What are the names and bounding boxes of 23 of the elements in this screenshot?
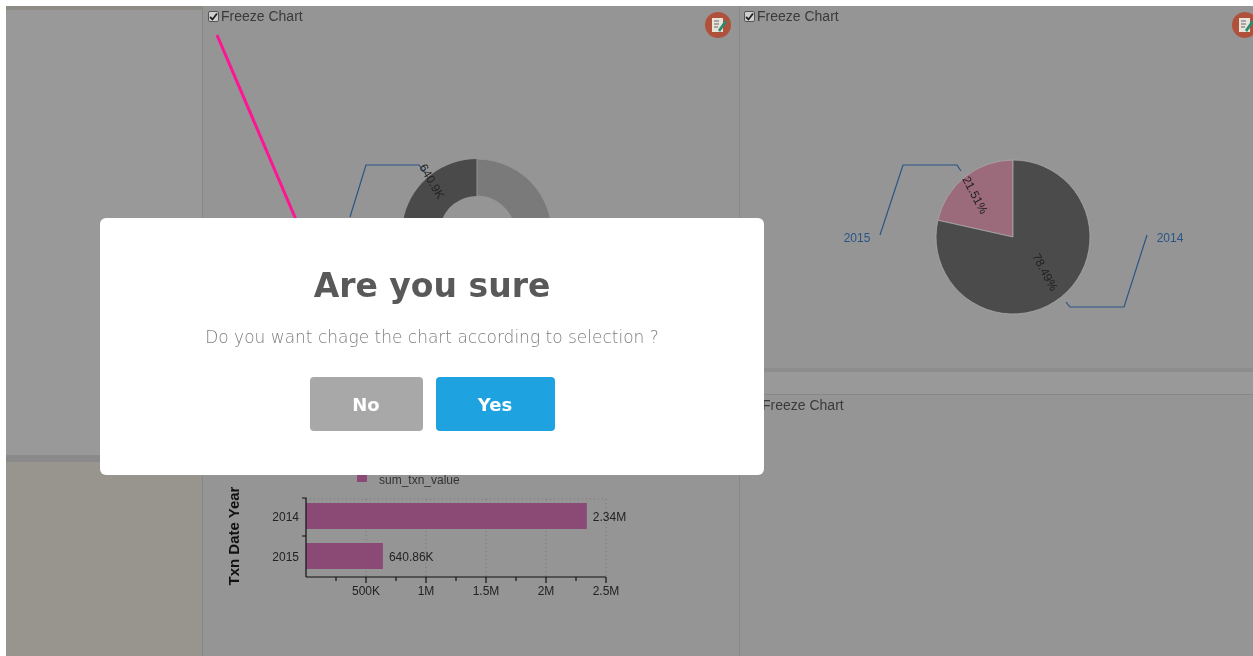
- value-label: 2.34M: [592, 510, 627, 524]
- edit-notes-icon[interactable]: [705, 12, 731, 38]
- pie-category-label: 2015: [843, 231, 871, 245]
- value-label: 640.86K: [388, 550, 434, 564]
- confirm-button[interactable]: Yes: [435, 377, 555, 431]
- category-label: 2015: [272, 550, 299, 564]
- cancel-button[interactable]: No: [309, 377, 423, 431]
- dialog-message: Do you want chage the chart according to selection ?: [205, 327, 659, 347]
- freeze-chart-label: Freeze Chart: [757, 8, 839, 24]
- tick-label: 2M: [537, 584, 555, 598]
- category-label: 2014: [272, 510, 299, 524]
- dialog-title: Are you sure: [313, 266, 551, 305]
- y-axis-title: Txn Date Year: [225, 486, 242, 586]
- tick-label: 1M: [417, 584, 435, 598]
- tick-label: 500K: [352, 584, 380, 598]
- legend-label: sum_txn_value: [379, 473, 460, 487]
- edit-notes-icon[interactable]: [1232, 12, 1253, 38]
- freeze-chart-label: Freeze Chart: [221, 8, 303, 24]
- tick-label: 2.5M: [592, 584, 620, 598]
- freeze-checkbox[interactable]: [744, 10, 755, 22]
- pie-category-label: 2014: [1156, 231, 1184, 245]
- freeze-checkbox[interactable]: [208, 10, 219, 22]
- tick-label: 1.5M: [472, 584, 500, 598]
